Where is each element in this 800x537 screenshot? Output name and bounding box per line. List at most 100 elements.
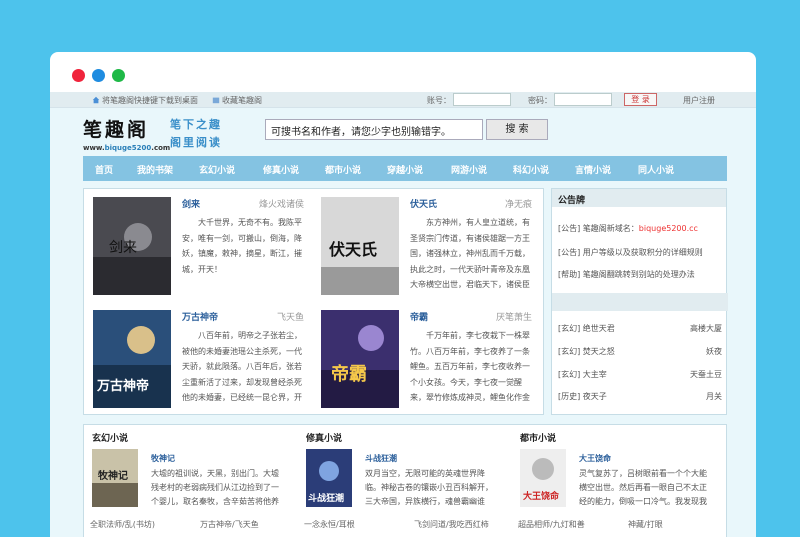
- category-footer-row: 一念永恒/耳根 飞剑问道/我吃西红柿: [304, 519, 504, 530]
- notice-item[interactable]: [公告] 笔趣阁新域名：biquge5200.cc: [558, 223, 698, 234]
- notice-item[interactable]: [帮助] 笔趣阁翻跳转到别站的处理办法: [558, 269, 695, 280]
- nav-item-home[interactable]: 首页: [95, 163, 113, 176]
- home-icon: [92, 96, 100, 104]
- notice-tag: [公告]: [558, 224, 581, 233]
- footer-book-link[interactable]: 万古神帝/飞天鱼: [200, 519, 259, 530]
- category-title[interactable]: 都市小说: [520, 431, 556, 444]
- nav-item-kehuan[interactable]: 科幻小说: [513, 163, 549, 176]
- search-button[interactable]: 搜 索: [486, 119, 548, 140]
- category-book-title[interactable]: 牧神记: [151, 453, 175, 464]
- site-logo[interactable]: 笔趣阁: [83, 115, 149, 142]
- recommend-book[interactable]: [玄幻] 绝世天君: [558, 324, 615, 333]
- recommend-row[interactable]: [玄幻] 焚天之怒 妖夜: [558, 346, 722, 357]
- book-title[interactable]: 万古神帝: [182, 310, 218, 323]
- book-title[interactable]: 剑来: [182, 197, 200, 210]
- book-author[interactable]: 净无痕: [505, 197, 532, 210]
- password-label: 密码：: [528, 96, 552, 105]
- book-cover-icon[interactable]: 斗战狂潮: [306, 449, 352, 507]
- recommend-row[interactable]: [历史] 夜天子 月关: [558, 391, 722, 402]
- recommend-row[interactable]: [玄幻] 大主宰 天蚕土豆: [558, 369, 722, 380]
- footer-book-link[interactable]: 神藏/打眼: [628, 519, 663, 530]
- site-header: 笔趣阁 www.biquge5200.com 笔下之趣 阁里阅读 可搜书名和作者…: [50, 108, 756, 154]
- slogan-top: 笔下之趣: [170, 118, 222, 131]
- notice-item[interactable]: [公告] 用户等级以及获取积分的详细规则: [558, 247, 703, 258]
- category-book-title[interactable]: 大王饶命: [579, 453, 611, 464]
- book-cover-icon[interactable]: 万古神帝: [93, 310, 171, 408]
- book-author[interactable]: 厌笔萧生: [496, 310, 532, 323]
- book-title[interactable]: 伏天氏: [410, 197, 437, 210]
- featured-books: 剑来 剑来 烽火戏诸侯 大千世界，无奇不有。我陈平安，唯有一剑，可搬山，倒海，降…: [83, 188, 544, 415]
- category-book-desc: 灵气复苏了，吕树眼前看一个个大能横空出世。然后再看一眼自己不太正经的能力，倒吸一…: [579, 469, 707, 506]
- notice-title: 公告牌: [552, 189, 726, 207]
- book-author[interactable]: 烽火戏诸侯: [259, 197, 304, 210]
- notice-text: 笔趣阁新域名：: [582, 224, 639, 233]
- notice-text: 笔趣阁翻跳转到别站的处理办法: [582, 270, 695, 279]
- footer-book-link[interactable]: 一念永恒/耳根: [304, 520, 355, 529]
- register-link[interactable]: 用户注册: [683, 95, 715, 106]
- category-book-desc: 双月当空，无限可能的英魂世界降临。神秘古卷的镶嵌小丑百科解开，三大帝国，异族横行…: [365, 469, 493, 506]
- category-title[interactable]: 玄幻小说: [92, 431, 128, 444]
- category-dushi: 都市小说 大王饶命 大王饶命 灵气复苏了，吕树眼前看一个个大能横空出世。然后再看…: [512, 425, 722, 529]
- desktop-shortcut-link[interactable]: 将笔趣阁快捷键下载到桌面: [92, 95, 198, 106]
- bookmark-icon: [212, 97, 220, 104]
- footer-book-link[interactable]: 全职法师/乱(书坊): [90, 520, 155, 529]
- recommend-book[interactable]: [玄幻] 大主宰: [558, 370, 607, 379]
- book-description: 八百年前，明帝之子张若尘，被他的未婚妻池瑶公主杀死，一代天骄，就此陨落。八百年后…: [182, 331, 302, 402]
- recommend-book[interactable]: [玄幻] 焚天之怒: [558, 347, 615, 356]
- bookmark-link[interactable]: 收藏笔趣阁: [212, 95, 262, 106]
- book-description: 东方神州，有人皇立道统，有圣贤宗门传道，有诸侯雄踞一方王国，诸强林立，神州乱而千…: [410, 218, 530, 289]
- recommend-author[interactable]: 天蚕土豆: [690, 369, 722, 380]
- nav-item-xuanhuan[interactable]: 玄幻小说: [199, 163, 235, 176]
- recommend-book[interactable]: [历史] 夜天子: [558, 392, 607, 401]
- close-dot-icon[interactable]: [72, 69, 85, 82]
- nav-item-wangyou[interactable]: 网游小说: [451, 163, 487, 176]
- footer-book-link[interactable]: 飞剑问道/我吃西红柿: [414, 519, 489, 530]
- url-prefix: www.: [83, 144, 105, 152]
- svg-text:牧神记: 牧神记: [98, 469, 128, 482]
- search-input[interactable]: 可搜书名和作者，请您少字也别输错字。: [265, 119, 483, 140]
- nav-item-chuanyue[interactable]: 穿越小说: [387, 163, 423, 176]
- category-title[interactable]: 修真小说: [306, 431, 342, 444]
- notice-board: 公告牌 [公告] 笔趣阁新域名：biquge5200.cc [公告] 用户等级以…: [551, 188, 728, 415]
- svg-text:斗战狂潮: 斗战狂潮: [308, 492, 344, 504]
- desktop-shortcut-label: 将笔趣阁快捷键下载到桌面: [102, 96, 198, 105]
- svg-text:帝霸: 帝霸: [331, 363, 367, 385]
- category-book-title[interactable]: 斗战狂潮: [365, 453, 397, 464]
- notice-tag: [帮助]: [558, 270, 581, 279]
- bookmark-label: 收藏笔趣阁: [222, 96, 262, 105]
- notice-divider: [552, 293, 728, 311]
- book-author[interactable]: 飞天鱼: [277, 310, 304, 323]
- featured-book[interactable]: 剑来 剑来 烽火戏诸侯 大千世界，无奇不有。我陈平安，唯有一剑，可搬山，倒海，降…: [84, 189, 312, 299]
- minimize-dot-icon[interactable]: [92, 69, 105, 82]
- recommend-author[interactable]: 高楼大厦: [690, 323, 722, 334]
- account-input[interactable]: [453, 93, 511, 106]
- recommend-author[interactable]: 月关: [706, 391, 722, 402]
- nav-item-tongren[interactable]: 同人小说: [638, 163, 674, 176]
- category-footer-row: 超品相师/九灯和善 神藏/打眼: [518, 519, 718, 530]
- main-nav: 首页 我的书架 玄幻小说 修真小说 都市小说 穿越小说 网游小说 科幻小说 言情…: [83, 156, 727, 181]
- notice-tag: [公告]: [558, 248, 581, 257]
- login-button[interactable]: 登 录: [624, 93, 657, 106]
- book-cover-icon[interactable]: 牧神记: [92, 449, 138, 507]
- notice-highlight: biquge5200.cc: [638, 224, 698, 233]
- featured-book[interactable]: 帝霸 帝霸 厌笔萧生 千万年前，李七夜栽下一株翠竹。八百万年前，李七夜养了一条鲤…: [312, 302, 540, 412]
- recommend-author[interactable]: 妖夜: [706, 346, 722, 357]
- password-input[interactable]: [554, 93, 612, 106]
- nav-item-bookshelf[interactable]: 我的书架: [137, 163, 173, 176]
- recommend-row[interactable]: [玄幻] 绝世天君 高楼大厦: [558, 323, 722, 334]
- slogan-bottom: 阁里阅读: [170, 136, 222, 149]
- nav-item-dushi[interactable]: 都市小说: [325, 163, 361, 176]
- nav-item-yanqing[interactable]: 言情小说: [575, 163, 611, 176]
- book-cover-icon[interactable]: 剑来: [93, 197, 171, 295]
- book-cover-icon[interactable]: 大王饶命: [520, 449, 566, 507]
- featured-book[interactable]: 万古神帝 万古神帝 飞天鱼 八百年前，明帝之子张若尘，被他的未婚妻池瑶公主杀死，…: [84, 302, 312, 412]
- url-domain: biquge5200: [104, 144, 152, 152]
- book-title[interactable]: 帝霸: [410, 310, 428, 323]
- book-cover-icon[interactable]: 帝霸: [321, 310, 399, 408]
- maximize-dot-icon[interactable]: [112, 69, 125, 82]
- top-bar: 将笔趣阁快捷键下载到桌面 收藏笔趣阁 账号： 密码： 登 录 用户注册: [50, 92, 756, 108]
- footer-book-link[interactable]: 超品相师/九灯和善: [518, 520, 585, 529]
- featured-book[interactable]: 伏天氏 伏天氏 净无痕 东方神州，有人皇立道统，有圣贤宗门传道，有诸侯雄踞一方王…: [312, 189, 540, 299]
- nav-item-xiuzhen[interactable]: 修真小说: [263, 163, 299, 176]
- book-cover-icon[interactable]: 伏天氏: [321, 197, 399, 295]
